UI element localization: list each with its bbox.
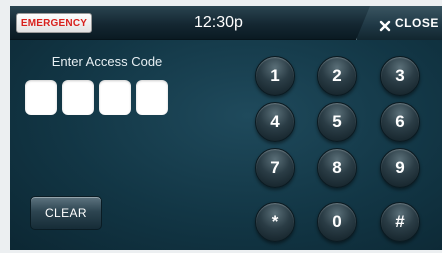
key-5[interactable]: 5: [317, 102, 357, 142]
numeric-keypad: 1 2 3 4 5 6 7 8 9 * 0 #: [10, 6, 442, 250]
key-star[interactable]: *: [255, 202, 295, 242]
key-4[interactable]: 4: [255, 102, 295, 142]
key-2[interactable]: 2: [317, 56, 357, 96]
key-8[interactable]: 8: [317, 148, 357, 188]
key-0[interactable]: 0: [317, 202, 357, 242]
key-hash[interactable]: #: [380, 202, 420, 242]
access-code-screen: EMERGENCY 12:30p CLOSE Enter Access Code…: [10, 6, 442, 250]
key-9[interactable]: 9: [380, 148, 420, 188]
key-3[interactable]: 3: [380, 56, 420, 96]
key-1[interactable]: 1: [255, 56, 295, 96]
key-7[interactable]: 7: [255, 148, 295, 188]
key-6[interactable]: 6: [380, 102, 420, 142]
